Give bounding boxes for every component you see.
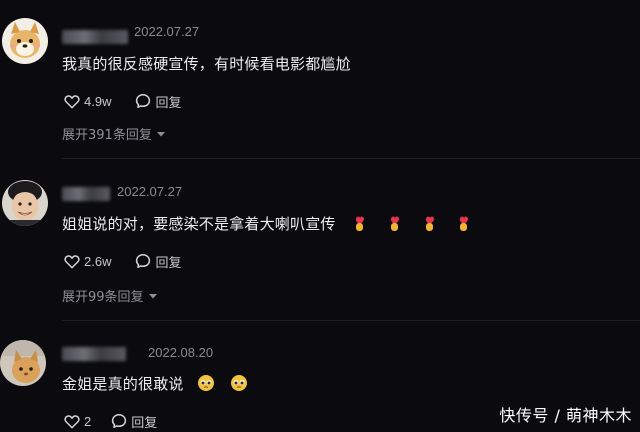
comment-item: 2022.08.20 金姐是真的很敢说 2 回复 (0, 0, 640, 432)
comment-date: 2022.08.20 (148, 345, 214, 360)
reply-label: 回复 (131, 415, 158, 431)
reply-bubble-icon (112, 414, 127, 428)
reply-button[interactable]: 回复 (111, 412, 157, 431)
cat-avatar-icon (0, 340, 46, 386)
like-button[interactable]: 2 (64, 414, 91, 429)
pleading-face-icon (230, 374, 248, 396)
comment-actions: 2 回复 (64, 412, 181, 431)
comment-text-content: 金姐是真的很敢说 (62, 375, 184, 393)
username-blurred[interactable] (62, 347, 126, 361)
comment-text: 金姐是真的很敢说 (62, 373, 248, 396)
avatar[interactable] (0, 340, 46, 386)
watermark: 快传号 / 萌神木木 (499, 406, 632, 425)
like-count: 2 (84, 413, 92, 429)
heart-icon (64, 414, 80, 428)
pleading-face-icon (197, 374, 215, 396)
